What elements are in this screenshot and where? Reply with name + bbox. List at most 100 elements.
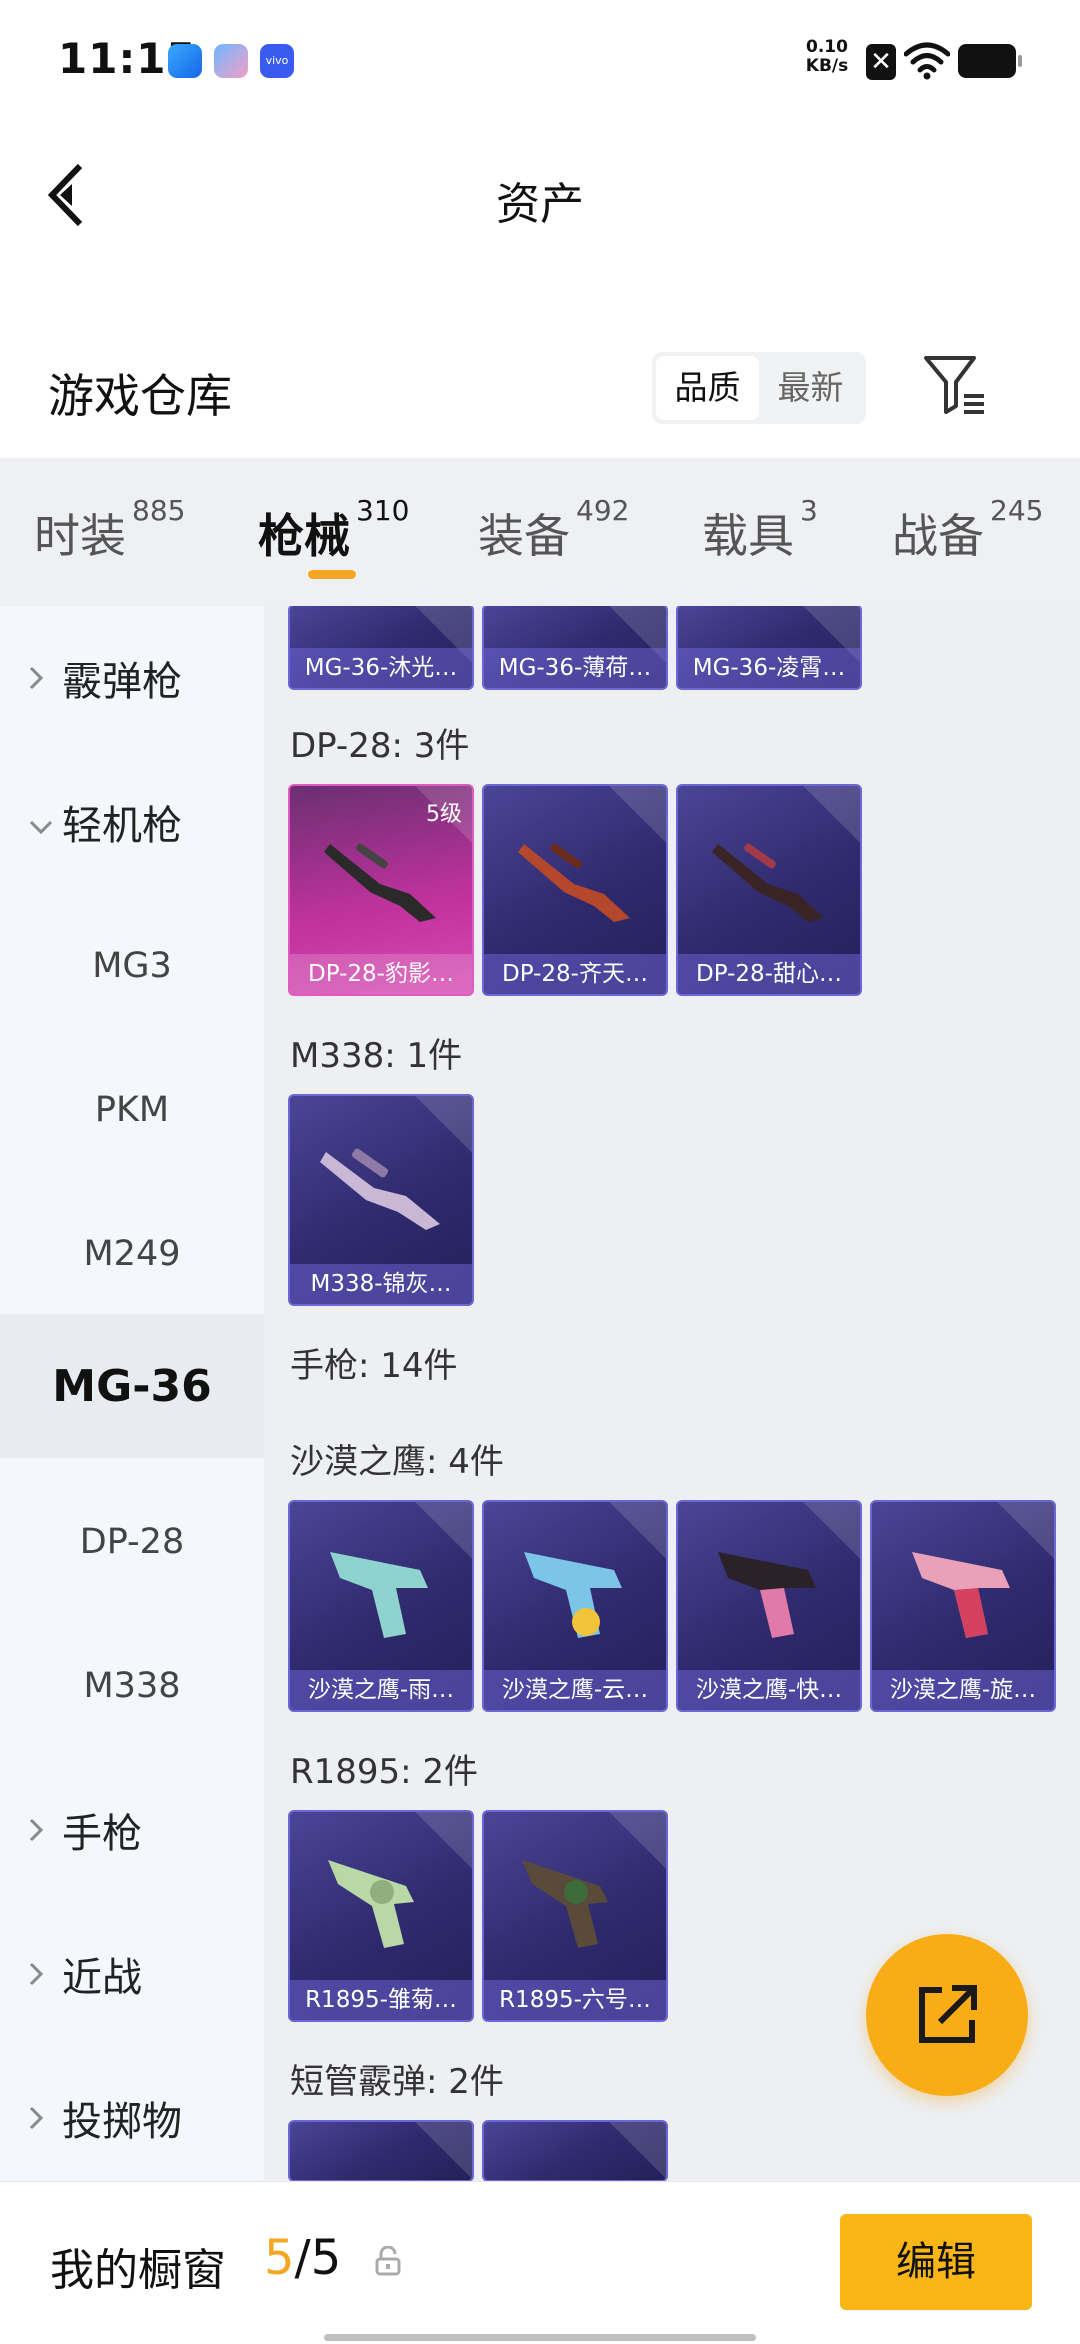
sidebar-item-lmg[interactable]: 轻机枪: [0, 750, 264, 894]
sidebar-item-melee[interactable]: 近战: [0, 1902, 264, 2046]
weapon-card[interactable]: MG-36-凌霄…: [676, 606, 862, 690]
warehouse-title: 游戏仓库: [48, 369, 232, 423]
sidebar-item-pkm[interactable]: PKM: [0, 1038, 264, 1182]
weapon-card[interactable]: 沙漠之鹰-快…: [676, 1500, 862, 1712]
tab-supplies[interactable]: 战备 245: [892, 494, 1043, 566]
sort-quality-option[interactable]: 品质: [656, 356, 759, 420]
weapon-card[interactable]: DP-28-齐天…: [482, 784, 668, 996]
battery-icon: [958, 44, 1022, 78]
weapon-card-name: 沙漠之鹰-旋…: [872, 1670, 1054, 1710]
pistol-icon: [330, 1552, 428, 1638]
tab-fashion[interactable]: 时装 885: [34, 494, 185, 566]
sidebar-item-throwable[interactable]: 投掷物: [0, 2046, 264, 2190]
weapon-card-name: DP-28-齐天…: [484, 954, 666, 994]
revolver-icon: [328, 1860, 414, 1948]
vivo-icon: vivo: [260, 44, 294, 78]
tab-label: 载具: [702, 509, 794, 563]
tab-equipment[interactable]: 装备 492: [478, 494, 629, 566]
pistol-icon: [912, 1552, 1010, 1638]
weapon-card-name: DP-28-豹影…: [290, 954, 472, 994]
category-tabs: 时装 885 枪械 310 装备 492 载具 3 战备 245: [0, 458, 1080, 606]
tab-count: 3: [800, 494, 818, 527]
weapon-card[interactable]: MG-36-沐光…: [288, 606, 474, 690]
sidebar-item-shotgun[interactable]: 霰弹枪: [0, 606, 264, 750]
sidebar-item-pistol[interactable]: 手枪: [0, 1758, 264, 1902]
sidebar-item-label: 轻机枪: [62, 803, 182, 849]
weapon-card[interactable]: M338-锦灰…: [288, 1094, 474, 1306]
lmg-icon: [320, 1148, 440, 1230]
tab-count: 492: [576, 494, 630, 527]
showcase-label: 我的橱窗: [50, 2245, 226, 2296]
sidebar-item-m249[interactable]: M249: [0, 1182, 264, 1326]
showcase-total: 5: [310, 2230, 342, 2286]
showcase-separator: /: [294, 2230, 311, 2286]
chevron-right-icon: [28, 2095, 46, 2141]
weapon-card[interactable]: 沙漠之鹰-雨…: [288, 1500, 474, 1712]
weapon-card[interactable]: [482, 2120, 668, 2181]
sidebar-item-label: 霰弹枪: [62, 659, 182, 705]
home-indicator[interactable]: [324, 2334, 756, 2341]
tab-count: 310: [356, 494, 410, 527]
wifi-icon: [904, 42, 950, 80]
tab-guns[interactable]: 枪械 310: [258, 494, 409, 566]
weapon-card-name: M338-锦灰…: [290, 1264, 472, 1304]
sidebar-item-label: 手枪: [62, 1811, 142, 1857]
sort-newest-option[interactable]: 最新: [759, 356, 862, 420]
tab-label: 战备: [892, 509, 984, 563]
group-label-desert-eagle: 沙漠之鹰: 4件: [290, 1442, 504, 1482]
pistol-icon: [524, 1552, 622, 1638]
chevron-down-icon: [28, 799, 53, 845]
lmg-icon: [712, 843, 824, 922]
net-speed-unit: KB/s: [805, 56, 849, 76]
weapon-card[interactable]: R1895-六号…: [482, 1810, 668, 2022]
sidebar-item-dp28[interactable]: DP-28: [0, 1470, 264, 1614]
tab-vehicles[interactable]: 载具 3: [702, 494, 818, 566]
weapon-level-badge: 5级: [426, 802, 462, 827]
lmg-icon: [324, 843, 436, 922]
weapon-card-name: 沙漠之鹰-雨…: [290, 1670, 472, 1710]
browser-icon: [168, 44, 202, 78]
chevron-right-icon: [28, 1807, 46, 1853]
group-label-sawed-off: 短管霰弹: 2件: [290, 2062, 504, 2102]
chevron-right-icon: [28, 1951, 46, 1997]
weapon-card[interactable]: 沙漠之鹰-旋…: [870, 1500, 1056, 1712]
weapon-card-name: 沙漠之鹰-快…: [678, 1670, 860, 1710]
sidebar-item-mg36[interactable]: MG-36: [0, 1314, 264, 1458]
showcase-bar: 我的橱窗 5/5 编辑: [0, 2181, 1080, 2344]
weapon-card[interactable]: [288, 2120, 474, 2181]
group-label-m338: M338: 1件: [290, 1036, 463, 1076]
weapon-card[interactable]: 5级 DP-28-豹影…: [288, 784, 474, 996]
weapon-card-name: MG-36-沐光…: [290, 648, 472, 688]
page-title: 资产: [496, 179, 584, 230]
sidebar-item-m338[interactable]: M338: [0, 1614, 264, 1758]
sidebar-item-label: 近战: [62, 1955, 142, 2001]
weapon-card-name: 沙漠之鹰-云…: [484, 1670, 666, 1710]
filter-button[interactable]: [920, 350, 990, 420]
active-tab-indicator: [308, 570, 356, 579]
weapon-card-name: DP-28-甜心…: [678, 954, 860, 994]
unlock-icon: [375, 2246, 401, 2276]
app-store-icon: [214, 44, 248, 78]
edit-button[interactable]: 编辑: [840, 2214, 1032, 2310]
weapon-card[interactable]: MG-36-薄荷…: [482, 606, 668, 690]
net-speed-value: 0.10: [806, 37, 848, 57]
sort-toggle: 品质 最新: [652, 352, 866, 424]
weapon-card[interactable]: R1895-雏菊…: [288, 1810, 474, 2022]
revolver-icon: [522, 1860, 608, 1948]
sidebar-item-mg3[interactable]: MG3: [0, 894, 264, 1038]
net-speed: 0.10 KB/s: [802, 38, 852, 76]
pistol-icon: [718, 1552, 816, 1638]
weapon-card-name: R1895-六号…: [484, 1980, 666, 2020]
share-out-icon: [919, 1985, 977, 2043]
showcase-count: 5/5: [264, 2230, 341, 2286]
tab-label: 枪械: [258, 509, 350, 563]
weapon-card[interactable]: DP-28-甜心…: [676, 784, 862, 996]
tab-label: 时装: [34, 509, 126, 563]
tab-count: 885: [132, 494, 186, 527]
weapon-card-name: MG-36-薄荷…: [484, 648, 666, 688]
group-label-dp28: DP-28: 3件: [290, 726, 470, 766]
weapon-category-sidebar: 霰弹枪 轻机枪 MG3 PKM M249 MG-36 DP-28 M338 手枪…: [0, 606, 264, 2181]
share-button[interactable]: [866, 1934, 1028, 2096]
chevron-right-icon: [28, 655, 46, 701]
weapon-card[interactable]: 沙漠之鹰-云…: [482, 1500, 668, 1712]
